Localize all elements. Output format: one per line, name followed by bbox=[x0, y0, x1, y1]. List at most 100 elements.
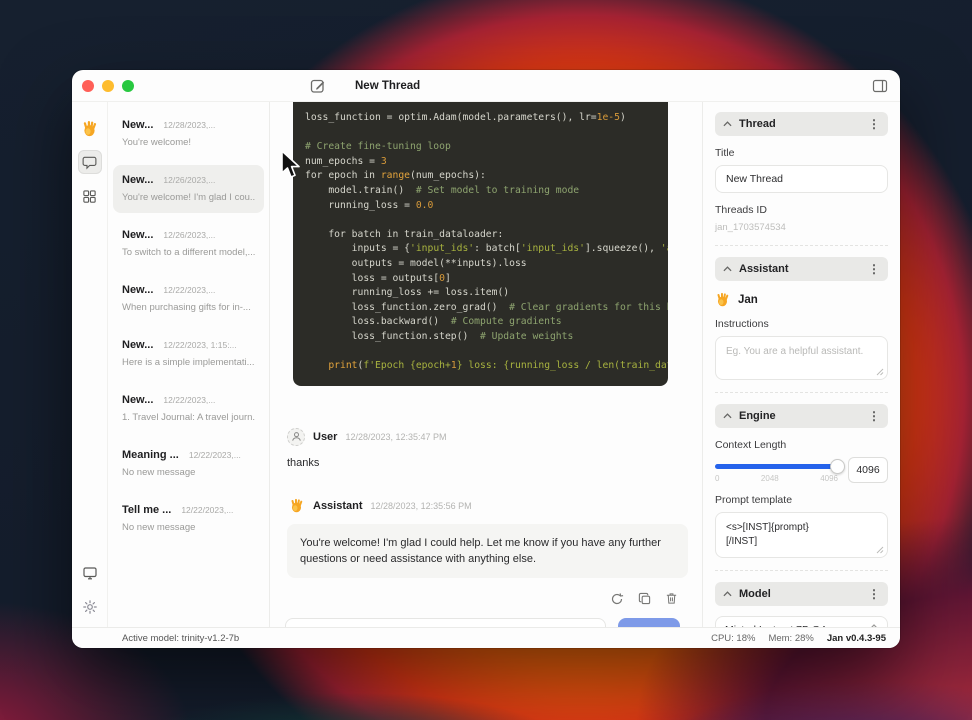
thread-list-item[interactable]: New... 12/22/2023,... When purchasing gift… bbox=[113, 275, 264, 323]
message-role: Assistant bbox=[313, 499, 363, 512]
toggle-right-panel-icon[interactable] bbox=[872, 78, 888, 94]
thread-list-item[interactable]: New... 12/26/2023,... You're welcome! I'm … bbox=[113, 165, 264, 213]
right-panel: Thread ⋮ Title Threads ID jan_1703574534… bbox=[703, 102, 900, 627]
kebab-menu-icon[interactable]: ⋮ bbox=[868, 410, 880, 422]
thread-item-title: New... bbox=[122, 394, 154, 406]
delete-trash-icon[interactable] bbox=[662, 590, 680, 608]
app-version: Jan v0.4.3-95 bbox=[826, 632, 886, 644]
prompt-template-value: <s>[INST]{prompt} [/INST] bbox=[726, 522, 809, 547]
window-title: New Thread bbox=[355, 79, 421, 92]
left-rail bbox=[72, 102, 108, 627]
chevron-up-icon bbox=[723, 266, 732, 272]
model-panel-header[interactable]: Model ⋮ bbox=[715, 582, 888, 606]
engine-panel-header[interactable]: Engine ⋮ bbox=[715, 404, 888, 428]
chevron-up-icon bbox=[723, 413, 732, 419]
thread-item-preview: Here is a simple implementati... bbox=[122, 357, 255, 368]
traffic-lights bbox=[72, 79, 170, 92]
status-bar: Active model: trinity-v1.2-7b CPU: 18% M… bbox=[72, 627, 900, 648]
active-model-status: Active model: trinity-v1.2-7b bbox=[122, 632, 240, 644]
thread-item-title: Tell me ... bbox=[122, 504, 172, 516]
close-button[interactable] bbox=[82, 79, 94, 92]
assistant-panel-header[interactable]: Assistant ⋮ bbox=[715, 257, 888, 281]
thread-item-date: 12/28/2023,... bbox=[163, 120, 216, 130]
desktop-wallpaper: New Thread New... 12/28/2023,... You're … bbox=[0, 0, 972, 720]
copy-icon[interactable] bbox=[635, 590, 653, 608]
assistant-panel: Assistant ⋮ Jan Instructions Eg. You are… bbox=[715, 257, 888, 393]
resize-grip-icon[interactable] bbox=[876, 368, 884, 376]
thread-item-date: 12/26/2023,... bbox=[163, 175, 216, 185]
resize-grip-icon[interactable] bbox=[876, 546, 884, 554]
title-label: Title bbox=[715, 147, 735, 159]
thread-list-item[interactable]: Tell me ... 12/22/2023,... No new message bbox=[113, 495, 264, 543]
thread-list-item[interactable]: New... 12/22/2023, 1:15:... Here is a simp… bbox=[113, 330, 264, 378]
chat-column: loss_function = optim.Adam(model.paramet… bbox=[270, 102, 703, 627]
mem-usage: Mem: 28% bbox=[768, 632, 814, 644]
panel-title: Assistant bbox=[739, 263, 789, 275]
thread-panel-header[interactable]: Thread ⋮ bbox=[715, 112, 888, 136]
send-button[interactable]: Send bbox=[618, 617, 680, 627]
thread-title-input[interactable] bbox=[715, 165, 888, 193]
main-area: New... 12/28/2023,... You're welcome! New..… bbox=[72, 102, 900, 627]
message-role: User bbox=[313, 430, 338, 443]
message-input[interactable] bbox=[285, 617, 606, 627]
user-avatar bbox=[287, 427, 305, 446]
kebab-menu-icon[interactable]: ⋮ bbox=[868, 118, 880, 130]
minimize-button[interactable] bbox=[102, 79, 114, 92]
thread-item-preview: No new message bbox=[122, 467, 196, 478]
instructions-textarea[interactable]: Eg. You are a helpful assistant. bbox=[715, 336, 888, 380]
composer: Send bbox=[270, 608, 702, 627]
rail-tab-threads[interactable] bbox=[77, 150, 102, 174]
thread-list-item[interactable]: New... 12/22/2023,... 1. Travel Journal: A… bbox=[113, 385, 264, 433]
thread-item-date: 12/22/2023,... bbox=[163, 285, 216, 295]
thread-list-item[interactable]: New... 12/28/2023,... You're welcome! bbox=[113, 110, 264, 158]
message-text: thanks bbox=[287, 456, 320, 469]
context-length-slider[interactable]: 0 2048 4096 bbox=[715, 458, 845, 483]
assistant-message-bubble: You're welcome! I'm glad I could help. L… bbox=[287, 523, 688, 578]
thread-item-date: 12/22/2023,... bbox=[188, 450, 241, 460]
context-length-value[interactable] bbox=[848, 457, 888, 483]
rail-tab-hub[interactable] bbox=[78, 184, 102, 208]
thread-item-preview: You're welcome! bbox=[122, 137, 192, 148]
model-select[interactable]: Mistral Instruct 7B Q4 bbox=[715, 616, 888, 627]
chevron-up-icon bbox=[723, 121, 732, 127]
thread-panel: Thread ⋮ Title Threads ID jan_1703574534 bbox=[715, 112, 888, 246]
thread-list-item[interactable]: Meaning ... 12/22/2023,... No new message bbox=[113, 440, 264, 488]
rail-settings-gear-icon[interactable] bbox=[78, 595, 102, 619]
instructions-label: Instructions bbox=[715, 318, 769, 330]
zoom-button[interactable] bbox=[122, 79, 134, 92]
context-length-label: Context Length bbox=[715, 439, 787, 451]
instructions-placeholder: Eg. You are a helpful assistant. bbox=[726, 346, 864, 357]
kebab-menu-icon[interactable]: ⋮ bbox=[868, 588, 880, 600]
prompt-template-label: Prompt template bbox=[715, 494, 793, 506]
thread-item-preview: No new message bbox=[122, 522, 196, 533]
new-thread-compose-icon[interactable] bbox=[309, 77, 327, 95]
model-panel: Model ⋮ Mistral Instruct 7B Q4 Max Token… bbox=[715, 582, 888, 627]
engine-panel: Engine ⋮ Context Length 0 2048 4096 4096… bbox=[715, 404, 888, 571]
message-timestamp: 12/28/2023, 12:35:56 PM bbox=[370, 500, 472, 511]
slider-ticks: 0 2048 4096 bbox=[715, 473, 838, 483]
titlebar: New Thread bbox=[72, 70, 900, 102]
regenerate-icon[interactable] bbox=[608, 590, 626, 608]
assistant-message: Assistant 12/28/2023, 12:35:56 PM You're… bbox=[270, 497, 702, 578]
prompt-template-textarea[interactable]: <s>[INST]{prompt} [/INST] bbox=[715, 512, 888, 558]
thread-item-title: New... bbox=[122, 284, 154, 296]
thread-item-title: New... bbox=[122, 339, 154, 351]
code-block: loss_function = optim.Adam(model.paramet… bbox=[293, 102, 668, 386]
assistant-avatar-wave-icon bbox=[287, 497, 305, 515]
threads-id-label: Threads ID bbox=[715, 204, 767, 216]
kebab-menu-icon[interactable]: ⋮ bbox=[868, 263, 880, 275]
panel-title: Thread bbox=[739, 118, 776, 130]
jan-app-window: New Thread New... 12/28/2023,... You're … bbox=[72, 70, 900, 648]
thread-item-preview: You're welcome! I'm glad I cou... bbox=[122, 192, 255, 203]
thread-item-title: New... bbox=[122, 229, 154, 241]
threads-id-value: jan_1703574534 bbox=[715, 222, 786, 233]
message-actions bbox=[270, 578, 702, 608]
assistant-name: Jan bbox=[738, 293, 758, 306]
thread-item-preview: To switch to a different model,... bbox=[122, 247, 255, 258]
jan-logo-wave-icon bbox=[78, 116, 102, 140]
thread-item-title: Meaning ... bbox=[122, 449, 179, 461]
slider-thumb[interactable] bbox=[830, 458, 845, 474]
thread-list-item[interactable]: New... 12/26/2023,... To switch to a diffe… bbox=[113, 220, 264, 268]
rail-system-monitor-icon[interactable] bbox=[78, 561, 102, 585]
thread-item-preview: When purchasing gifts for in-... bbox=[122, 302, 251, 313]
